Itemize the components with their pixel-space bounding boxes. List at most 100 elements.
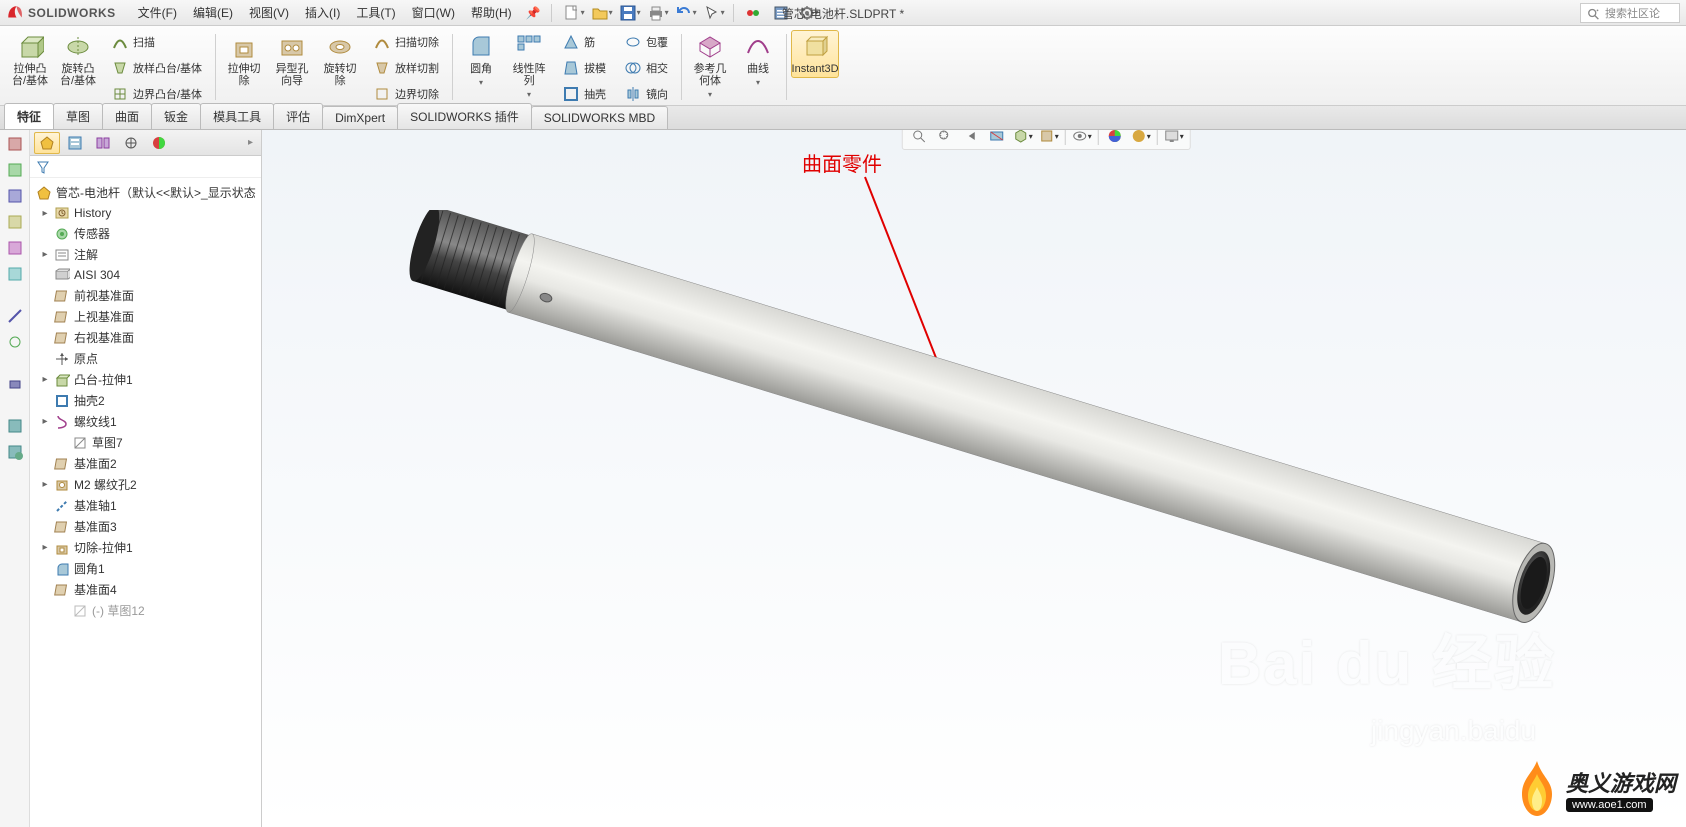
- tab-evaluate[interactable]: 评估: [273, 103, 323, 129]
- zoom-fit-icon[interactable]: [907, 130, 931, 147]
- tree-item-1[interactable]: 传感器: [30, 223, 261, 244]
- tree-root[interactable]: 管芯-电池杆（默认<<默认>_显示状态: [30, 182, 261, 203]
- shell-button[interactable]: 抽壳: [557, 82, 611, 106]
- tree-item-7[interactable]: 原点: [30, 348, 261, 369]
- select-button[interactable]: ▾: [701, 2, 727, 24]
- mirror-button[interactable]: 镜向: [619, 82, 673, 106]
- new-button[interactable]: ▾: [561, 2, 587, 24]
- app-name: SOLIDWORKS: [28, 6, 116, 20]
- tree-item-15[interactable]: 基准面3: [30, 516, 261, 537]
- sweep-cut-button[interactable]: 扫描切除: [368, 30, 444, 54]
- command-manager-tabs: 特征 草图 曲面 钣金 模具工具 评估 DimXpert SOLIDWORKS …: [0, 106, 1686, 130]
- menu-insert[interactable]: 插入(I): [297, 4, 348, 21]
- strip-icon-4[interactable]: [5, 212, 25, 232]
- fm-tab-config[interactable]: [90, 132, 116, 154]
- tree-item-6[interactable]: 右视基准面: [30, 327, 261, 348]
- curves-button[interactable]: 曲线▾: [734, 30, 782, 92]
- section-view-icon[interactable]: [985, 130, 1009, 147]
- save-button[interactable]: ▾: [617, 2, 643, 24]
- graphics-viewport[interactable]: ▾ ▾ ▾ ▾ ▾ 曲面零件: [262, 130, 1686, 827]
- intersect-button[interactable]: 相交: [619, 56, 673, 80]
- tab-dimxpert[interactable]: DimXpert: [322, 106, 398, 129]
- sweep-button[interactable]: 扫描: [106, 30, 207, 54]
- tab-sheetmetal[interactable]: 钣金: [151, 103, 201, 129]
- tree-item-4[interactable]: 前视基准面: [30, 285, 261, 306]
- strip-icon-5[interactable]: [5, 238, 25, 258]
- search-community[interactable]: 搜索社区论: [1580, 3, 1680, 23]
- hide-show-icon[interactable]: ▾: [1070, 130, 1094, 147]
- extrude-boss-button[interactable]: 拉伸凸 台/基体: [6, 30, 54, 90]
- pin-icon[interactable]: 📌: [526, 6, 541, 20]
- tree-item-19[interactable]: (-) 草图12: [30, 600, 261, 621]
- loft-button[interactable]: 放样凸台/基体: [106, 56, 207, 80]
- tree-item-13[interactable]: ▸M2 螺纹孔2: [30, 474, 261, 495]
- fillet-button[interactable]: 圆角▾: [457, 30, 505, 92]
- loft-cut-button[interactable]: 放样切割: [368, 56, 444, 80]
- tree-item-10[interactable]: ▸螺纹线1: [30, 411, 261, 432]
- tab-sw-mbd[interactable]: SOLIDWORKS MBD: [531, 106, 668, 129]
- linear-pattern-button[interactable]: 线性阵 列▾: [505, 30, 553, 104]
- zoom-area-icon[interactable]: [933, 130, 957, 147]
- tree-item-3[interactable]: AISI 304: [30, 265, 261, 285]
- print-button[interactable]: ▾: [645, 2, 671, 24]
- rib-button[interactable]: 筋: [557, 30, 611, 54]
- view-setting-icon[interactable]: ▾: [1162, 130, 1186, 147]
- strip-icon-7[interactable]: [5, 306, 25, 326]
- prev-view-icon[interactable]: [959, 130, 983, 147]
- draft-button[interactable]: 拔模: [557, 56, 611, 80]
- strip-icon-2[interactable]: [5, 160, 25, 180]
- fm-tab-property[interactable]: [62, 132, 88, 154]
- tab-sw-addins[interactable]: SOLIDWORKS 插件: [397, 103, 532, 129]
- instant3d-button[interactable]: Instant3D: [791, 30, 839, 78]
- fm-tab-dimxpert[interactable]: [118, 132, 144, 154]
- tab-features[interactable]: 特征: [4, 103, 54, 129]
- tree-item-14[interactable]: 基准轴1: [30, 495, 261, 516]
- tree-item-2[interactable]: ▸注解: [30, 244, 261, 265]
- ribbon: 拉伸凸 台/基体 旋转凸 台/基体 扫描 放样凸台/基体 边界凸台/基体 拉伸切…: [0, 26, 1686, 106]
- tab-surface[interactable]: 曲面: [102, 103, 152, 129]
- menu-tools[interactable]: 工具(T): [348, 4, 403, 21]
- strip-icon-11[interactable]: [5, 442, 25, 462]
- fm-tab-display[interactable]: [146, 132, 172, 154]
- tree-item-12[interactable]: 基准面2: [30, 453, 261, 474]
- edit-appearance-icon[interactable]: [1103, 130, 1127, 147]
- view-orientation-icon[interactable]: ▾: [1011, 130, 1035, 147]
- strip-icon-8[interactable]: [5, 332, 25, 352]
- strip-icon-6[interactable]: [5, 264, 25, 284]
- tree-item-5[interactable]: 上视基准面: [30, 306, 261, 327]
- wrap-button[interactable]: 包覆: [619, 30, 673, 54]
- strip-icon-10[interactable]: [5, 416, 25, 436]
- tree-item-0[interactable]: ▸History: [30, 203, 261, 223]
- menu-help[interactable]: 帮助(H): [463, 4, 520, 21]
- menu-edit[interactable]: 编辑(E): [185, 4, 241, 21]
- tree-item-8[interactable]: ▸凸台-拉伸1: [30, 369, 261, 390]
- tree-item-11[interactable]: 草图7: [30, 432, 261, 453]
- revolve-boss-button[interactable]: 旋转凸 台/基体: [54, 30, 102, 90]
- strip-icon-1[interactable]: [5, 134, 25, 154]
- fm-filter-bar[interactable]: [30, 156, 261, 178]
- reference-geometry-button[interactable]: 参考几 何体▾: [686, 30, 734, 104]
- tree-item-17[interactable]: 圆角1: [30, 558, 261, 579]
- strip-icon-9[interactable]: [5, 374, 25, 394]
- display-style-icon[interactable]: ▾: [1037, 130, 1061, 147]
- strip-icon-3[interactable]: [5, 186, 25, 206]
- menu-file[interactable]: 文件(F): [130, 4, 185, 21]
- fm-tab-tree[interactable]: [34, 132, 60, 154]
- undo-button[interactable]: ▾: [673, 2, 699, 24]
- apply-scene-icon[interactable]: ▾: [1129, 130, 1153, 147]
- menu-view[interactable]: 视图(V): [241, 4, 297, 21]
- tab-mold[interactable]: 模具工具: [200, 103, 274, 129]
- tree-item-18[interactable]: 基准面4: [30, 579, 261, 600]
- search-placeholder: 搜索社区论: [1605, 5, 1660, 21]
- tab-sketch[interactable]: 草图: [53, 103, 103, 129]
- tree-item-16[interactable]: ▸切除-拉伸1: [30, 537, 261, 558]
- hole-wizard-button[interactable]: 异型孔 向导: [268, 30, 316, 90]
- tree-item-9[interactable]: 抽壳2: [30, 390, 261, 411]
- fm-expand-icon[interactable]: ▸: [244, 137, 257, 148]
- open-button[interactable]: ▾: [589, 2, 615, 24]
- rebuild-button[interactable]: [740, 2, 766, 24]
- revolve-cut-button[interactable]: 旋转切 除: [316, 30, 364, 90]
- feature-manager-panel: ▸ 管芯-电池杆（默认<<默认>_显示状态 ▸History传感器▸注解AISI…: [30, 130, 262, 827]
- extrude-cut-button[interactable]: 拉伸切 除: [220, 30, 268, 90]
- menu-window[interactable]: 窗口(W): [404, 4, 463, 21]
